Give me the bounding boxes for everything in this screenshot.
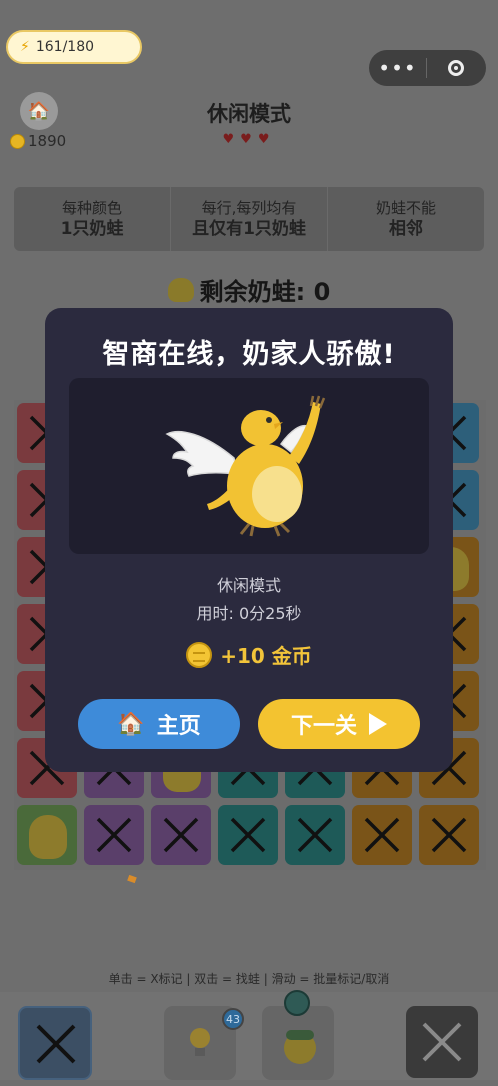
next-button-label: 下一关 (290, 714, 357, 739)
reward-amount: +10 金币 (220, 644, 312, 668)
result-title: 智商在线，奶家人骄傲! (102, 339, 396, 370)
next-level-button[interactable]: 下一关 (258, 699, 420, 749)
confetti-piece (127, 874, 137, 884)
rule-line-bold: 且仅有1只奶蛙 (192, 219, 306, 239)
board-cell[interactable] (352, 805, 412, 865)
rule-line-bold: 相邻 (389, 219, 423, 239)
energy-value: 161/180 (35, 39, 95, 55)
rule-line: 每行,每列均有 (201, 199, 297, 217)
rules-panel: 每种颜色 1只奶蛙 每行,每列均有 且仅有1只奶蛙 奶蛙不能 相邻 (14, 187, 484, 251)
clear-marks-button[interactable] (406, 1006, 478, 1078)
heart-icon: ♥♥♥ (222, 132, 276, 147)
board-cell[interactable] (285, 805, 345, 865)
video-icon (284, 990, 310, 1016)
x-mark-icon (297, 817, 333, 853)
house-icon: 🏠 (117, 711, 145, 737)
mini-program-capsule: ••• (369, 50, 486, 86)
result-mode: 休闲模式 (216, 576, 281, 595)
remaining-frogs-label: 剩余奶蛙: 0 (199, 278, 331, 306)
rule-item: 奶蛙不能 相邻 (327, 187, 484, 251)
find-frog-button[interactable] (262, 1006, 334, 1080)
result-reward: +10 金币 (45, 640, 453, 669)
hint-count-badge: 43 (222, 1008, 244, 1030)
x-mark-icon (36, 1024, 76, 1064)
frog-piece (29, 815, 67, 859)
winged-frog-image (69, 378, 429, 554)
rule-line-bold: 1只奶蛙 (60, 219, 124, 239)
board-cell[interactable] (17, 805, 77, 865)
board-cell[interactable] (218, 805, 278, 865)
remaining-frogs: 剩余奶蛙: 0 (0, 272, 498, 307)
x-mark-icon (163, 817, 199, 853)
home-button-label: 主页 (156, 714, 201, 739)
controls-hint: 单击 = X标记 | 双击 = 找蛙 | 滑动 = 批量标记/取消 (108, 972, 390, 986)
coin-icon (186, 641, 213, 668)
x-mark-tool-button[interactable] (18, 1006, 92, 1080)
rule-line: 奶蛙不能 (375, 199, 436, 217)
page-title: 休闲模式 (207, 102, 291, 126)
x-mark-icon (422, 1022, 462, 1062)
frog-icon (284, 1030, 316, 1064)
home-button[interactable]: 🏠 主页 (78, 699, 240, 749)
rule-item: 每行,每列均有 且仅有1只奶蛙 (170, 187, 327, 251)
result-time: 用时: 0分25秒 (196, 604, 302, 623)
board-cell[interactable] (419, 805, 479, 865)
more-dots-icon[interactable]: ••• (369, 50, 426, 86)
energy-counter: ⚡ 161/180 (6, 30, 142, 64)
frog-icon (167, 277, 194, 302)
target-ring-icon[interactable] (427, 60, 485, 76)
x-mark-icon (364, 817, 400, 853)
x-mark-icon (96, 817, 132, 853)
x-mark-icon (230, 817, 266, 853)
board-cell[interactable] (151, 805, 211, 865)
board-cell[interactable] (84, 805, 144, 865)
lightning-icon: ⚡ (20, 39, 30, 55)
rule-item: 每种颜色 1只奶蛙 (14, 187, 170, 251)
x-mark-icon (431, 817, 467, 853)
rule-line: 每种颜色 (61, 199, 122, 217)
play-icon (369, 713, 387, 735)
